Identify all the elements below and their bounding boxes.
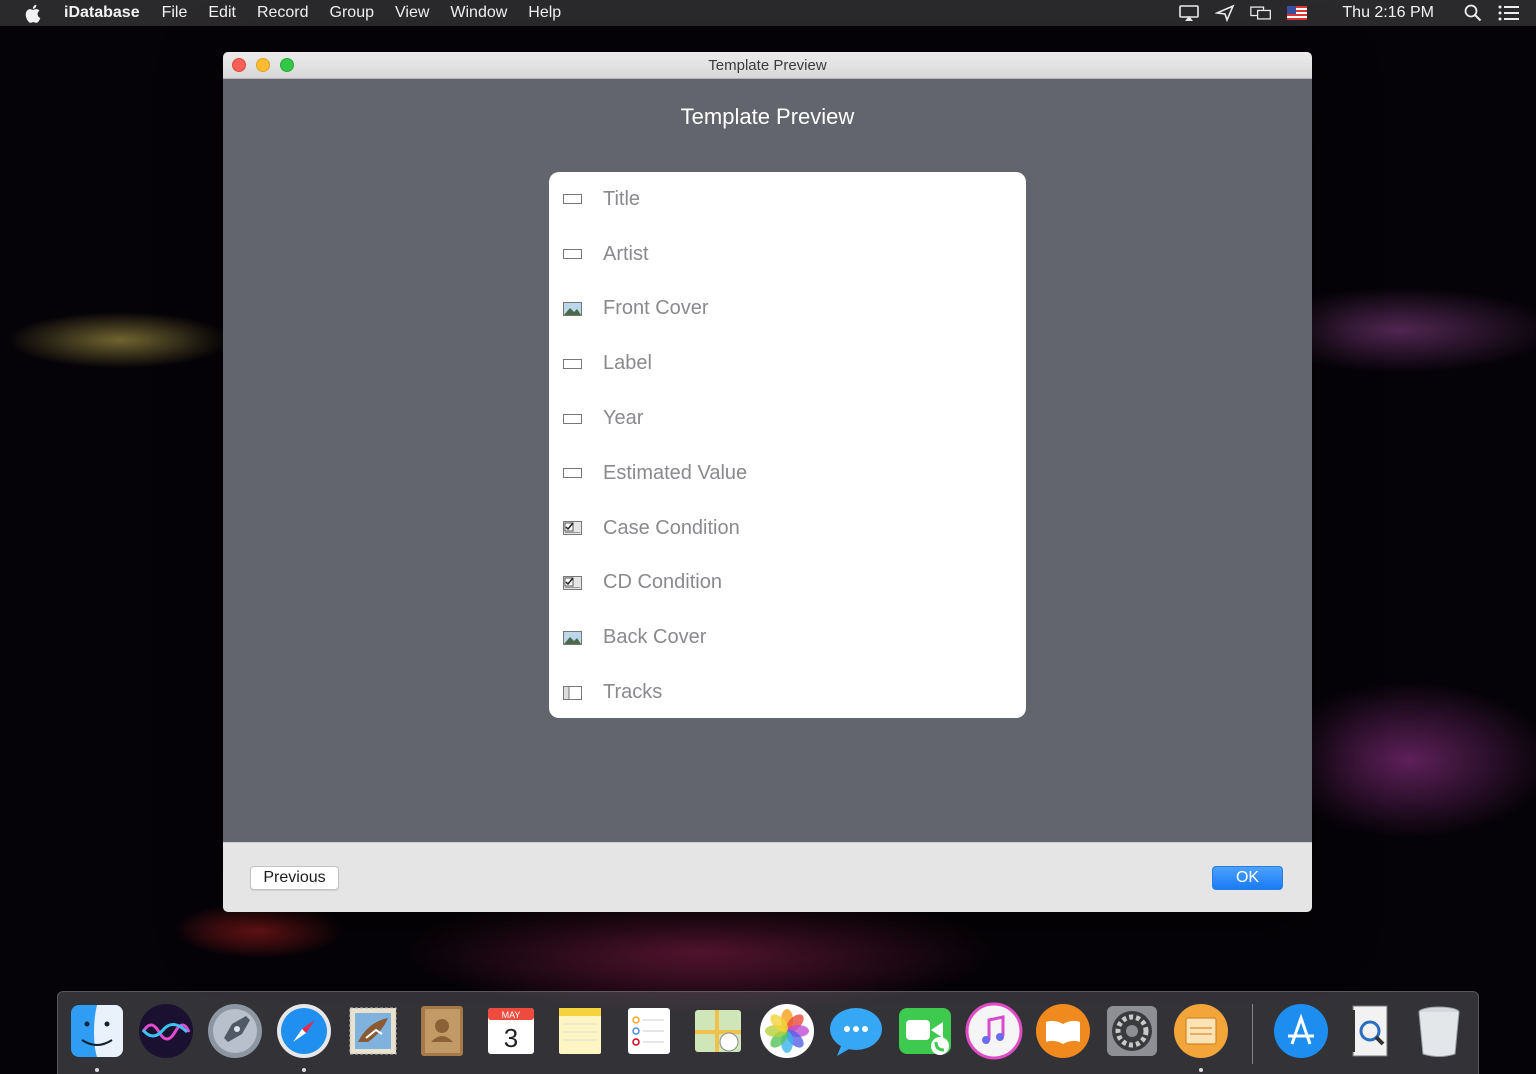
send-icon[interactable]: [1214, 4, 1236, 22]
menu-edit[interactable]: Edit: [208, 4, 236, 22]
field-label: Title: [603, 187, 641, 210]
menu-clock[interactable]: Thu 2:16 PM: [1342, 4, 1434, 22]
field-row-title[interactable]: Title: [549, 172, 1026, 227]
text-field-icon: [563, 192, 582, 206]
field-row-year[interactable]: Year: [549, 391, 1026, 446]
window-title: Template Preview: [708, 56, 827, 74]
field-list: Title Artist Front Cover Label Year Esti…: [549, 172, 1026, 718]
menu-bar: iDatabase File Edit Record Group View Wi…: [0, 0, 1536, 26]
field-row-tracks[interactable]: Tracks: [549, 665, 1026, 720]
airplay-display-icon[interactable]: [1178, 4, 1200, 22]
field-label: Back Cover: [603, 626, 707, 649]
notification-center-icon[interactable]: [1498, 4, 1520, 22]
trash-icon[interactable]: [1410, 1002, 1468, 1060]
running-indicator: [1199, 1068, 1203, 1072]
checkbox-field-icon: [563, 521, 582, 536]
list-field-icon: [563, 685, 582, 700]
launchpad-icon[interactable]: [206, 1002, 264, 1060]
idatabase-icon[interactable]: [1172, 1002, 1230, 1060]
field-row-front-cover[interactable]: Front Cover: [549, 282, 1026, 337]
reminders-icon[interactable]: [620, 1002, 678, 1060]
field-label: Artist: [603, 242, 649, 265]
facetime-icon[interactable]: [896, 1002, 954, 1060]
window-minimize-button[interactable]: [256, 58, 270, 72]
system-preferences-icon[interactable]: [1103, 1002, 1161, 1060]
ok-button[interactable]: OK: [1212, 866, 1283, 890]
calendar-icon[interactable]: MAY 3: [482, 1002, 540, 1060]
running-indicator: [302, 1068, 306, 1072]
app-store-icon[interactable]: [1272, 1002, 1330, 1060]
text-field-icon: [563, 247, 582, 261]
field-label: Year: [603, 407, 644, 430]
contacts-icon[interactable]: [413, 1002, 471, 1060]
itunes-icon[interactable]: [965, 1002, 1023, 1060]
window-zoom-button[interactable]: [280, 58, 294, 72]
window-footer: Previous OK: [223, 842, 1312, 912]
ibooks-icon[interactable]: [1034, 1002, 1092, 1060]
notes-icon[interactable]: [551, 1002, 609, 1060]
template-preview-window: Template Preview Template Preview Title …: [223, 52, 1312, 912]
displays-icon[interactable]: [1250, 4, 1272, 22]
image-field-icon: [563, 630, 582, 645]
text-field-icon: [563, 357, 582, 371]
field-row-estimated-value[interactable]: Estimated Value: [549, 446, 1026, 501]
field-row-artist[interactable]: Artist: [549, 227, 1026, 282]
menu-record[interactable]: Record: [257, 4, 309, 22]
text-field-icon: [563, 412, 582, 426]
finder-icon[interactable]: [68, 1002, 126, 1060]
menu-view[interactable]: View: [395, 4, 429, 22]
field-label: Front Cover: [603, 297, 709, 320]
running-indicator: [95, 1068, 99, 1072]
field-label: Case Condition: [603, 516, 740, 539]
photos-icon[interactable]: [758, 1002, 816, 1060]
menu-group[interactable]: Group: [330, 4, 374, 22]
calendar-day: 3: [504, 1023, 518, 1053]
calendar-month: MAY: [502, 1010, 521, 1020]
checkbox-field-icon: [563, 575, 582, 590]
field-row-back-cover[interactable]: Back Cover: [549, 610, 1026, 665]
text-field-icon: [563, 466, 582, 480]
mail-icon[interactable]: [344, 1002, 402, 1060]
maps-icon[interactable]: [689, 1002, 747, 1060]
menu-window[interactable]: Window: [450, 4, 507, 22]
messages-icon[interactable]: [827, 1002, 885, 1060]
window-content: Template Preview Title Artist Front Cove…: [223, 79, 1312, 842]
menu-app-name[interactable]: iDatabase: [64, 4, 140, 22]
us-flag-input-icon[interactable]: [1286, 4, 1308, 22]
field-label: Tracks: [603, 681, 663, 704]
safari-icon[interactable]: [275, 1002, 333, 1060]
dock: MAY 3: [57, 991, 1479, 1074]
field-label: Label: [603, 352, 652, 375]
menu-help[interactable]: Help: [528, 4, 561, 22]
field-row-label[interactable]: Label: [549, 336, 1026, 391]
image-field-icon: [563, 301, 582, 316]
field-label: CD Condition: [603, 571, 722, 594]
siri-icon[interactable]: [137, 1002, 195, 1060]
window-close-button[interactable]: [232, 58, 246, 72]
previous-button[interactable]: Previous: [250, 866, 339, 890]
window-titlebar[interactable]: Template Preview: [223, 52, 1312, 79]
preview-icon[interactable]: [1341, 1002, 1399, 1060]
field-row-cd-condition[interactable]: CD Condition: [549, 556, 1026, 611]
apple-menu-icon[interactable]: [24, 3, 42, 23]
field-label: Estimated Value: [603, 461, 748, 484]
dock-separator: [1252, 1004, 1253, 1064]
menu-file[interactable]: File: [162, 4, 188, 22]
field-row-case-condition[interactable]: Case Condition: [549, 501, 1026, 556]
spotlight-search-icon[interactable]: [1462, 4, 1484, 22]
page-title: Template Preview: [680, 104, 855, 129]
